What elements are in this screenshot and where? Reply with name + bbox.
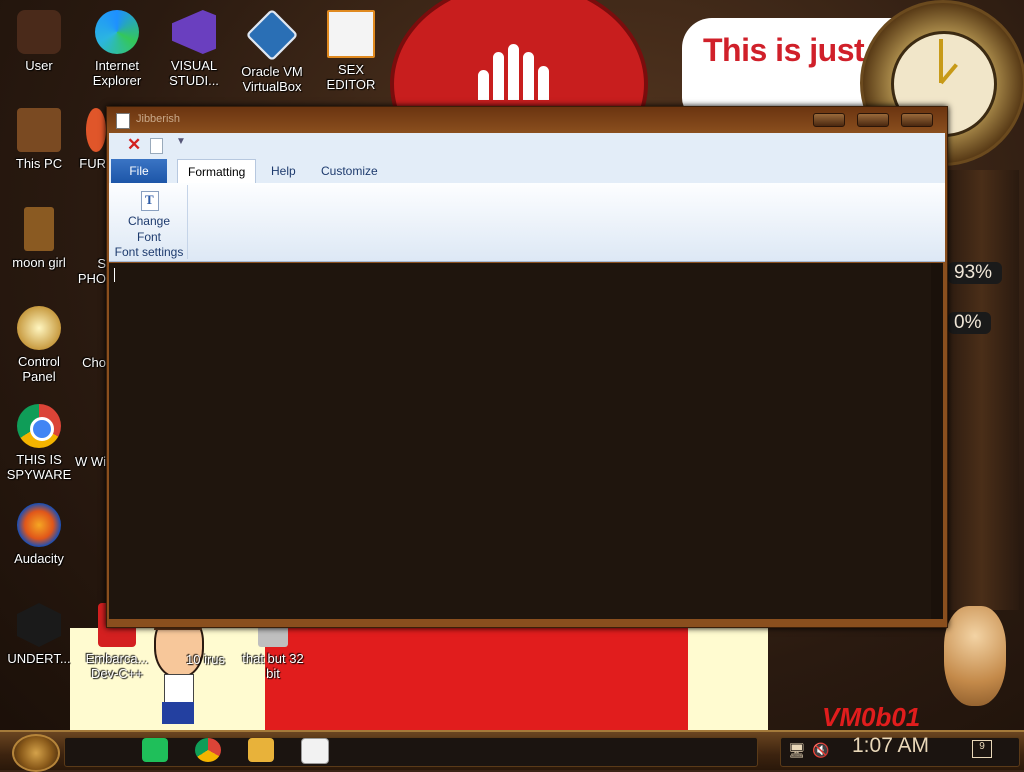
desktop-icon-moon-girl[interactable]: moon girl (2, 207, 76, 270)
desktop-icon-audacity[interactable]: Audacity (2, 503, 76, 566)
text-editor-area[interactable] (109, 263, 931, 619)
desktop-icon-chrome-spyware[interactable]: THIS IS SPYWARE (2, 404, 76, 482)
change-font-icon[interactable] (141, 191, 159, 211)
desktop-icon-hex-editor[interactable]: SEX EDITOR (314, 10, 388, 92)
window-titlebar[interactable]: Jibberish (107, 107, 947, 133)
wallpaper-bottom-panel-red (265, 626, 690, 736)
hamster-image (944, 606, 1006, 706)
font-settings-group: Change Font Font settings (111, 185, 188, 259)
ribbon-panel: Change Font Font settings (109, 183, 945, 262)
file-explorer-icon[interactable] (248, 738, 274, 762)
tab-formatting[interactable]: Formatting (177, 159, 257, 184)
close-button[interactable] (901, 113, 933, 127)
moon-girl-icon (24, 207, 54, 251)
change-font-button[interactable]: Change Font (111, 213, 187, 245)
wallpaper-bottom-panel-right (688, 626, 768, 734)
notification-center-icon[interactable]: 9 (972, 740, 992, 758)
wallpaper-vm-label: VM0b01 (822, 702, 921, 732)
desktop-icon-control-panel[interactable]: Control Panel (2, 306, 76, 384)
notes-app-icon[interactable] (142, 738, 168, 762)
vertical-scrollbar[interactable] (931, 263, 943, 619)
jibberish-window[interactable]: Jibberish ✕ ▼ File Formatting Help Custo… (106, 106, 948, 628)
desktop-icon-this-pc[interactable]: This PC (2, 108, 76, 171)
taskbar-clock[interactable]: 1:07 AM (852, 734, 929, 758)
desktop-icon-wi[interactable]: W Wi (66, 454, 106, 469)
control-panel-lightbulb-icon (17, 306, 61, 350)
desktop-icon-unity[interactable]: UNDERT... (2, 603, 76, 666)
gauge-percent-1: 93% (948, 262, 1003, 284)
audacity-icon (17, 503, 61, 547)
volume-muted-icon[interactable]: 🔇 (812, 742, 829, 759)
desktop-icon-photo[interactable]: S PHO (66, 256, 106, 286)
desktop-icon-cho[interactable]: Cho (66, 355, 106, 370)
ribbon-tab-bar: File Formatting Help Customize (109, 157, 945, 184)
qat-close-icon[interactable]: ✕ (127, 135, 141, 155)
desktop-icon-internet-explorer[interactable]: Internet Explorer (80, 10, 154, 88)
tab-help[interactable]: Help (261, 159, 306, 183)
wallpaper-hand-icon (478, 40, 549, 100)
desktop-icon-virtualbox[interactable]: Oracle VM VirtualBox (235, 8, 309, 94)
app-document-icon (116, 113, 130, 129)
gauge-percent-2: 0% (948, 312, 992, 334)
desktop-icon-fur[interactable]: FUR (66, 108, 106, 171)
wallpaper-gauge-panel (942, 170, 1019, 610)
cartoon-man-image (152, 612, 204, 724)
qat-customize-dropdown-icon[interactable]: ▼ (176, 136, 186, 147)
network-icon[interactable]: 🖥 (788, 742, 806, 759)
quick-access-toolbar: ✕ ▼ (109, 133, 945, 157)
fur-icon (86, 108, 106, 152)
jibberish-taskbar-icon[interactable] (301, 738, 329, 764)
hex-editor-icon (327, 10, 375, 58)
chrome-icon (17, 404, 61, 448)
this-pc-icon (17, 108, 61, 152)
desktop-icon-user[interactable]: User (2, 10, 76, 73)
minimize-button[interactable] (813, 113, 845, 127)
font-settings-label: Font settings (114, 245, 184, 259)
qat-new-document-icon[interactable] (150, 138, 163, 154)
text-caret (114, 268, 115, 282)
chrome-taskbar-icon[interactable] (195, 738, 221, 762)
unity-icon (17, 603, 61, 647)
visual-studio-icon (172, 10, 216, 54)
edge-browser-icon (95, 10, 139, 54)
desktop-icon-virus[interactable]: 10 irus (186, 652, 226, 667)
tab-file[interactable]: File (111, 159, 167, 183)
tab-customize[interactable]: Customize (311, 159, 388, 183)
taskbar-app-strip (64, 737, 758, 767)
start-button[interactable] (12, 734, 60, 772)
desktop-icon-visual-studio[interactable]: VISUAL STUDI... (157, 10, 231, 88)
window-title: Jibberish (136, 113, 181, 125)
maximize-button[interactable] (857, 113, 889, 127)
user-folder-icon (17, 10, 61, 54)
virtualbox-cube-icon (245, 8, 299, 62)
